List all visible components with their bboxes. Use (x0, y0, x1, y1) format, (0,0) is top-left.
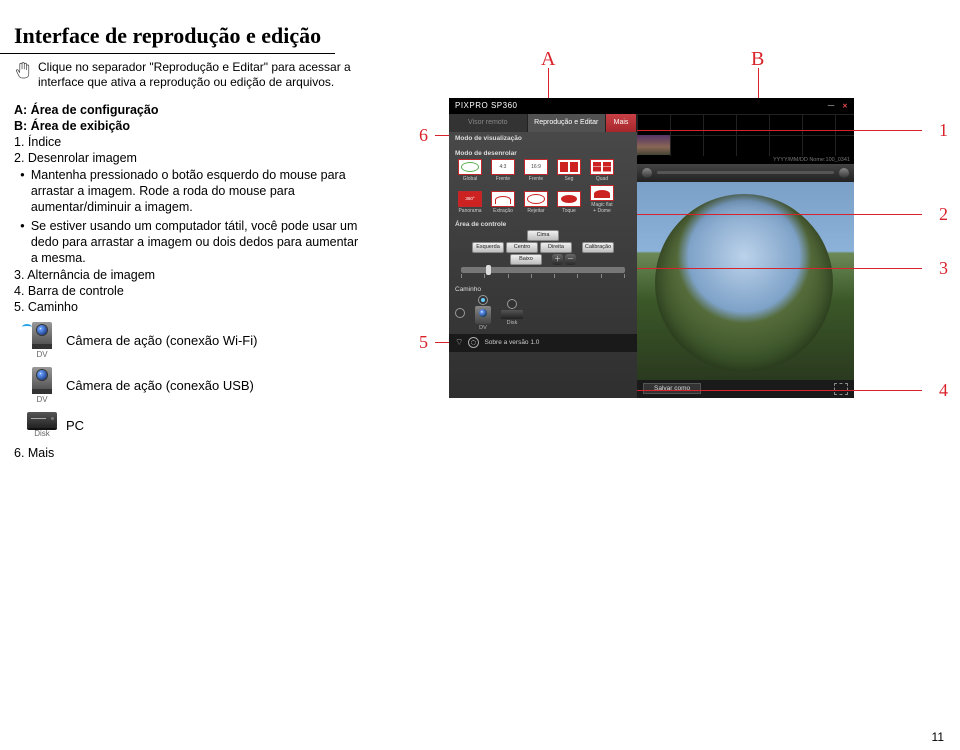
unfold-magic[interactable]: Magic flat + Dome (587, 185, 617, 214)
view-mode-title: Modo de visualização (455, 135, 631, 142)
legend-2: 2. Desenrolar imagem (14, 151, 359, 165)
about-text: Sobre a versão 1.0 (484, 339, 539, 346)
fisheye-image[interactable] (655, 194, 833, 372)
btn-calibration[interactable]: Calibração (582, 242, 614, 253)
hand-icon (14, 60, 32, 82)
zoom-out-button[interactable]: － (565, 254, 576, 265)
bullet-touch: Se estiver usando um computador tátil, v… (20, 218, 359, 267)
callout-5: 5 (419, 332, 428, 353)
close-button[interactable]: ✕ (840, 101, 850, 111)
page-title: Interface de reprodução e edição (0, 15, 335, 54)
unfold-mode-title: Modo de desenrolar (455, 150, 631, 157)
callout-3: 3 (939, 258, 948, 279)
unfold-front-169[interactable]: Frente (521, 159, 551, 182)
seek-bar[interactable] (657, 171, 834, 174)
unfold-reject[interactable]: Rejeitar (521, 191, 551, 214)
unfold-global[interactable]: Global (455, 159, 485, 182)
camera-wifi-icon: DV (28, 322, 56, 359)
radio-dv[interactable] (478, 295, 488, 305)
tab-more[interactable]: Mais (606, 114, 637, 132)
btn-down[interactable]: Baixo (510, 254, 542, 265)
unfold-quad[interactable]: Quad (587, 159, 617, 182)
legend-usb-label: Câmera de ação (conexão USB) (66, 378, 254, 393)
btn-center[interactable]: Centro (506, 242, 538, 253)
legend-b: B: Área de exibição (14, 119, 359, 133)
file-meta: YYYY/MM/DD Nome:100_0341 (637, 156, 854, 164)
camera-usb-icon: DV (28, 367, 56, 404)
gear-icon[interactable] (468, 337, 479, 348)
zoom-in-button[interactable]: ＋ (552, 254, 563, 265)
legend-wifi-label: Câmera de ação (conexão Wi-Fi) (66, 333, 257, 348)
callout-4: 4 (939, 380, 948, 401)
volume-button[interactable] (839, 168, 849, 178)
intro-text: Clique no separador "Reprodução e Editar… (38, 60, 359, 91)
legend-pc-label: PC (66, 418, 84, 433)
tab-remote-viewer[interactable]: Visor remoto (449, 114, 528, 132)
unfold-seg[interactable]: Seg (554, 159, 584, 182)
callout-2: 2 (939, 204, 948, 225)
radio-disk[interactable] (507, 299, 517, 309)
unfold-touch[interactable]: Toque (554, 191, 584, 214)
path-title: Caminho (455, 286, 631, 293)
unfold-front-43[interactable]: Frente (488, 159, 518, 182)
scale-slider[interactable] (461, 267, 625, 273)
radio-dv-left[interactable] (455, 308, 465, 318)
btn-right[interactable]: Direita (540, 242, 572, 253)
playback-bar (637, 164, 854, 182)
legend-5: 5. Caminho (14, 300, 359, 314)
btn-up[interactable]: Cima (527, 230, 559, 241)
display-panel: YYYY/MM/DD Nome:100_0341 Salvar como (637, 114, 854, 398)
fullscreen-icon[interactable] (834, 383, 848, 395)
app-logo: PIXPRO SP360 (449, 101, 523, 110)
wifi-icon: ⌔ (455, 337, 463, 348)
unfold-panorama[interactable]: Panorama (455, 191, 485, 214)
source-dv[interactable]: DV (475, 295, 491, 331)
unfold-extract[interactable]: Extração (488, 191, 518, 214)
timeline-thumb[interactable] (637, 135, 670, 155)
tab-play-edit[interactable]: Reprodução e Editar (528, 114, 607, 132)
play-button[interactable] (642, 168, 652, 178)
config-panel: Visor remoto Reprodução e Editar Mais Mo… (449, 114, 637, 398)
page-number: 11 (932, 730, 944, 744)
callout-1: 1 (939, 120, 948, 141)
legend-3: 3. Alternância de imagem (14, 268, 359, 282)
preview-area[interactable] (637, 182, 854, 380)
source-disk[interactable]: Disk (501, 299, 523, 326)
minimize-button[interactable]: — (826, 101, 836, 111)
timeline-index[interactable] (637, 114, 854, 156)
app-window: PIXPRO SP360 — ✕ Visor remoto Reprodução… (449, 98, 854, 398)
btn-left[interactable]: Esquerda (472, 242, 504, 253)
legend-6: 6. Mais (14, 446, 359, 460)
control-area-title: Área de controle (455, 221, 631, 228)
bullet-mouse: Mantenha pressionado o botão esquerdo do… (20, 167, 359, 216)
legend-a: A: Área de configuração (14, 103, 359, 117)
callout-6: 6 (419, 125, 428, 146)
disk-pc-icon: Disk (28, 412, 56, 438)
save-as-button[interactable]: Salvar como (643, 383, 701, 394)
legend-4: 4. Barra de controle (14, 284, 359, 298)
legend-1: 1. Índice (14, 135, 359, 149)
